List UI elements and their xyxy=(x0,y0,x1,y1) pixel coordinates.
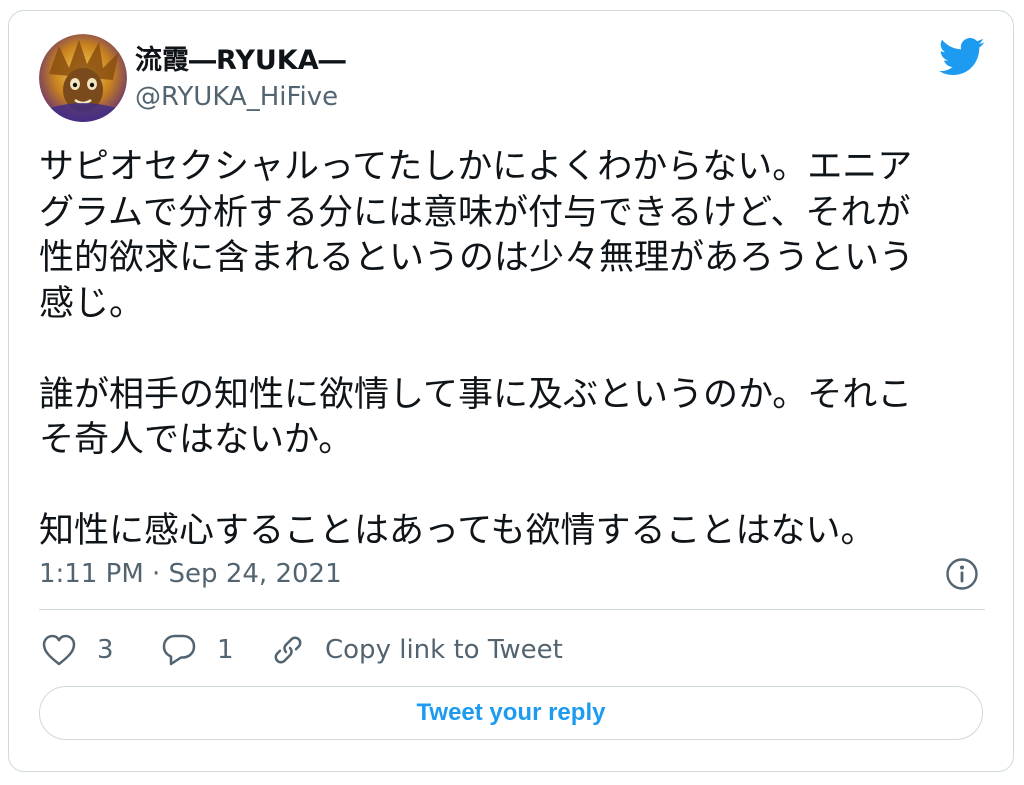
copy-link-label: Copy link to Tweet xyxy=(325,635,563,665)
avatar[interactable] xyxy=(39,34,127,122)
reply-count: 1 xyxy=(217,635,234,665)
copy-link-action[interactable]: Copy link to Tweet xyxy=(271,632,563,668)
author-handle[interactable]: @RYUKA_HiFive xyxy=(135,81,338,113)
tweet-text: サピオセクシャルってたしかによくわからない。エニア グラムで分析する分には意味が… xyxy=(39,145,989,555)
tweet-line-blank xyxy=(39,464,989,510)
tweet-timestamp[interactable]: 1:11 PM · Sep 24, 2021 xyxy=(39,557,342,591)
tweet-reply-button[interactable]: Tweet your reply xyxy=(39,686,983,740)
tweet-line-blank xyxy=(39,327,989,373)
tweet-line: 感じ。 xyxy=(39,283,145,324)
like-count: 3 xyxy=(97,635,114,665)
twitter-bird-icon[interactable] xyxy=(938,37,985,77)
tweet-line: 誰が相手の知性に欲情して事に及ぶというのか。それこ xyxy=(39,374,913,415)
link-icon xyxy=(274,636,302,664)
tweet-line: グラムで分析する分には意味が付与できるけど、それが xyxy=(39,192,911,233)
tweet-line: そ奇人ではないか。 xyxy=(39,420,354,460)
like-action[interactable]: 3 xyxy=(41,632,114,668)
reply-bubble-icon xyxy=(162,634,196,666)
tweet-card: 流霞―RYUKA― @RYUKA_HiFive サピオセクシャルってたしかによく… xyxy=(8,10,1014,772)
reply-action[interactable]: 1 xyxy=(161,632,234,668)
heart-icon xyxy=(42,634,76,666)
tweet-line: 知性に感心することはあっても欲情することはない。 xyxy=(39,511,876,551)
tweet-line: 性的欲求に含まれるというのは少々無理があろうという xyxy=(39,238,915,278)
tweet-line: サピオセクシャルってたしかによくわからない。エニア xyxy=(39,147,913,187)
divider xyxy=(39,609,985,610)
author-display-name[interactable]: 流霞―RYUKA― xyxy=(135,44,346,78)
info-icon[interactable] xyxy=(945,557,979,591)
